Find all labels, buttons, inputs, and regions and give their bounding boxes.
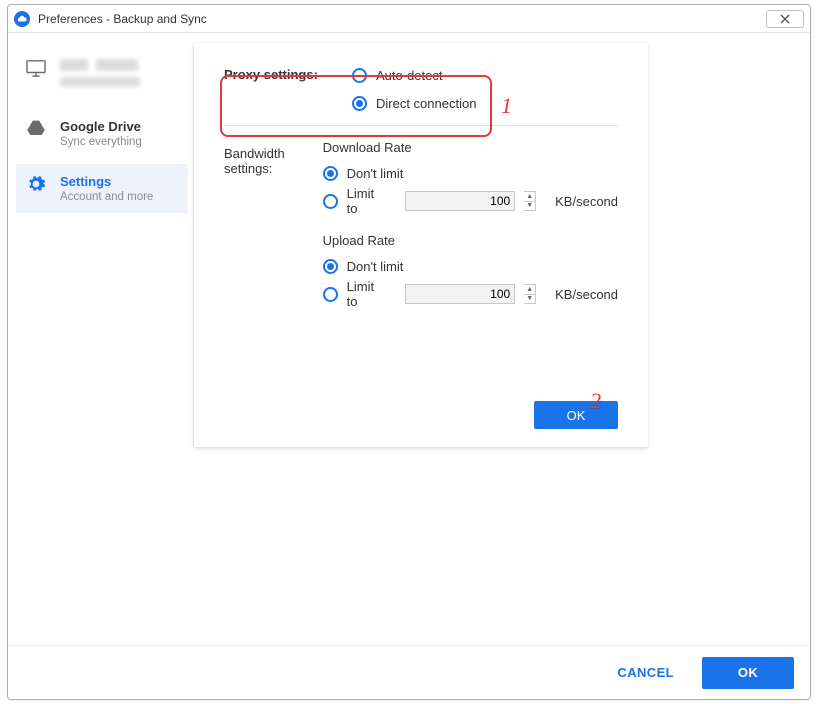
radio-label: Don't limit <box>347 259 404 274</box>
preferences-window: Preferences - Backup and Sync <box>7 4 811 700</box>
upload-limit-spinner[interactable]: ▲▼ <box>524 284 536 304</box>
blurred-text <box>96 59 138 71</box>
radio-download-dont-limit[interactable] <box>323 166 338 181</box>
close-button[interactable] <box>766 10 804 28</box>
unit-label: KB/second <box>555 287 618 302</box>
sidebar: Google Drive Sync everything Settings Ac… <box>16 41 188 643</box>
radio-label: Limit to <box>347 279 380 309</box>
panel-ok-button[interactable]: OK <box>534 401 618 429</box>
window-title: Preferences - Backup and Sync <box>38 12 207 26</box>
upload-rate-heading: Upload Rate <box>323 233 618 248</box>
divider <box>224 125 618 126</box>
monitor-icon <box>24 59 48 77</box>
titlebar: Preferences - Backup and Sync <box>8 5 810 33</box>
upload-limit-input[interactable] <box>405 284 515 304</box>
radio-direct-connection[interactable] <box>352 96 367 111</box>
close-icon <box>779 14 791 24</box>
download-rate-heading: Download Rate <box>323 140 618 155</box>
ok-button[interactable]: OK <box>702 657 794 689</box>
sidebar-item-google-drive[interactable]: Google Drive Sync everything <box>16 109 188 158</box>
sidebar-item-label: Google Drive <box>60 119 142 134</box>
cancel-button[interactable]: CANCEL <box>617 665 674 680</box>
radio-label: Auto-detect <box>376 68 443 83</box>
radio-label: Don't limit <box>347 166 404 181</box>
footer: CANCEL OK <box>8 645 810 699</box>
bandwidth-settings-label: Bandwidth settings: <box>224 140 323 176</box>
radio-upload-limit-to[interactable] <box>323 287 338 302</box>
sidebar-item-computer[interactable] <box>16 41 188 97</box>
app-cloud-icon <box>14 11 30 27</box>
proxy-settings-label: Proxy settings: <box>224 61 352 82</box>
sidebar-item-settings[interactable]: Settings Account and more <box>16 164 188 213</box>
radio-download-limit-to[interactable] <box>323 194 338 209</box>
radio-auto-detect[interactable] <box>352 68 367 83</box>
download-limit-spinner[interactable]: ▲▼ <box>524 191 536 211</box>
radio-label: Limit to <box>347 186 380 216</box>
drive-icon <box>24 119 48 135</box>
blurred-text <box>60 77 140 87</box>
radio-upload-dont-limit[interactable] <box>323 259 338 274</box>
settings-panel: Proxy settings: Auto-detect Direct conne… <box>194 43 648 447</box>
download-limit-input[interactable] <box>405 191 515 211</box>
radio-label: Direct connection <box>376 96 476 111</box>
body: Google Drive Sync everything Settings Ac… <box>8 33 810 699</box>
sidebar-item-subtitle: Account and more <box>60 191 153 203</box>
sidebar-item-label: Settings <box>60 174 153 189</box>
gear-icon <box>24 174 48 194</box>
blurred-text <box>60 59 88 71</box>
unit-label: KB/second <box>555 194 618 209</box>
sidebar-item-subtitle: Sync everything <box>60 136 142 148</box>
